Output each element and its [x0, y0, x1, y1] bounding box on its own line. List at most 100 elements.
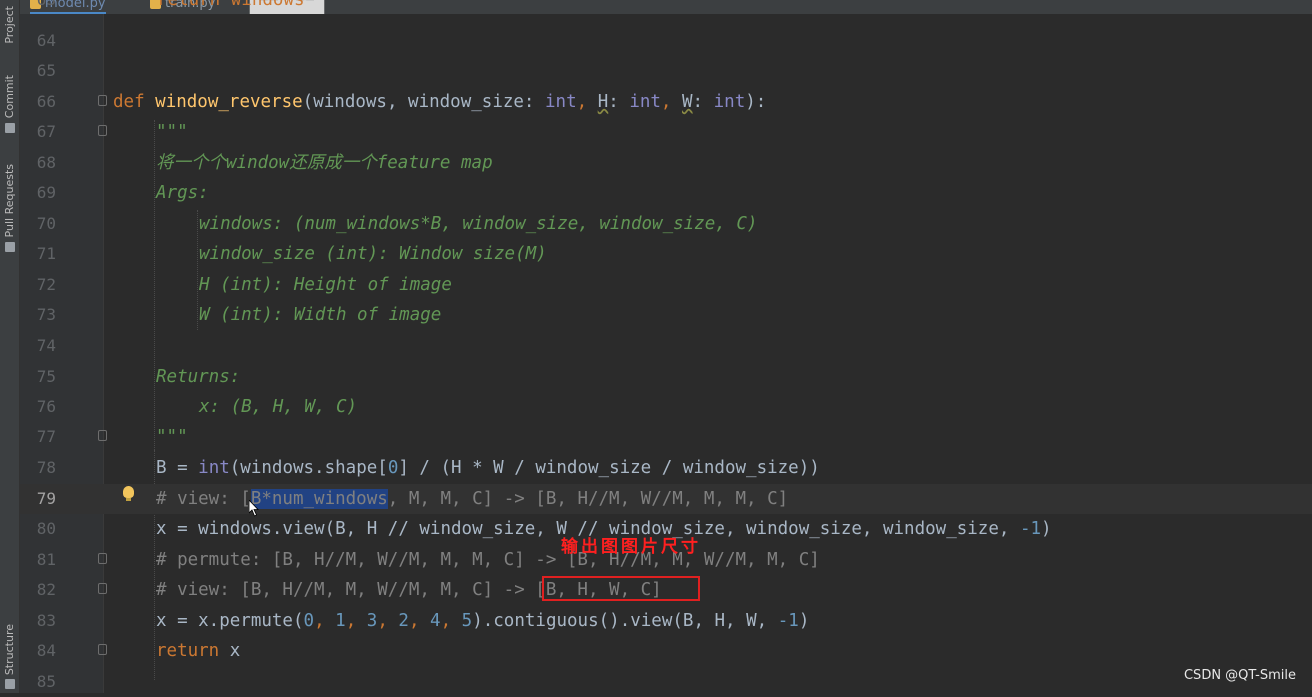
code-line-75[interactable]: 75 Returns:: [20, 362, 1312, 392]
param-w: W: [682, 92, 693, 112]
line-number: 71: [36, 244, 56, 263]
number-literal: 0: [303, 611, 315, 631]
code-token: x = x.permute(: [156, 611, 304, 631]
code-text: # permute: [B, H//M, W//M, M, M, C] -> […: [156, 550, 820, 570]
line-number: 68: [36, 153, 56, 172]
code-token: ): [1041, 519, 1052, 539]
line-number: 82: [36, 580, 56, 599]
code-text: window_size (int): Window size(M): [199, 244, 547, 264]
line-number: 83: [36, 611, 56, 630]
fold-marker-icon[interactable]: [98, 553, 107, 564]
code-line-70[interactable]: 70 windows: (num_windows*B, window_size,…: [20, 209, 1312, 239]
code-line-69[interactable]: 69 Args:: [20, 178, 1312, 208]
code-text: """: [156, 427, 188, 447]
number-literal: 1: [335, 611, 346, 631]
code-line-76[interactable]: 76 x: (B, H, W, C): [20, 392, 1312, 422]
code-token: window_size:: [408, 92, 545, 112]
code-line-66[interactable]: 66 def window_reverse(windows, window_si…: [20, 87, 1312, 117]
code-token: ,: [408, 611, 431, 631]
code-token: , M, M, C] -> [B, H//M, W//M, M, M, C]: [387, 489, 789, 509]
fold-marker-icon[interactable]: [98, 95, 107, 106]
code-token: ] / (H * W / window_size / window_size)): [398, 458, 820, 478]
type-hint: int: [713, 92, 746, 112]
fold-marker-icon[interactable]: [98, 583, 107, 594]
commit-icon: [4, 122, 15, 133]
commit-tab-label: Commit: [3, 75, 16, 119]
code-text: return windows: [157, 0, 305, 15]
code-line-74[interactable]: 74: [20, 331, 1312, 361]
code-line-63[interactable]: 63 return windows: [20, 0, 1312, 15]
code-text: W (int): Width of image: [199, 305, 442, 325]
fold-marker-icon[interactable]: [98, 430, 107, 441]
number-literal: 2: [398, 611, 409, 631]
line-number: 73: [36, 305, 56, 324]
annotation-highlight-box: [542, 576, 700, 601]
code-text: """: [156, 122, 188, 142]
param-h: H: [597, 92, 609, 112]
pull-requests-tab-label: Pull Requests: [3, 164, 16, 238]
code-text: return x: [156, 636, 240, 666]
code-token: ,: [576, 92, 598, 112]
line-number: 79: [36, 489, 56, 508]
line-number: 69: [36, 183, 56, 202]
code-text: def window_reverse(windows, window_size:…: [113, 87, 766, 117]
code-line-77[interactable]: 77 """: [20, 422, 1312, 452]
type-hint: int: [545, 92, 577, 112]
code-line-64[interactable]: 64: [20, 26, 1312, 56]
code-text: B = int(windows.shape[0] / (H * W / wind…: [156, 453, 820, 483]
line-number: 65: [36, 61, 56, 80]
code-line-79[interactable]: 79 # view: [B*num_windows, M, M, C] -> […: [20, 484, 1312, 514]
code-line-67[interactable]: 67 """: [20, 117, 1312, 147]
line-number: 75: [36, 367, 56, 386]
pull-request-icon: [4, 241, 15, 252]
commit-tool-tab[interactable]: Commit: [0, 68, 19, 140]
code-token: ,: [345, 611, 367, 631]
number-literal: 5: [461, 611, 473, 631]
line-number: 72: [36, 275, 56, 294]
code-text: x = x.permute(0, 1, 3, 2, 4, 5).contiguo…: [156, 606, 809, 636]
number-literal: 3: [366, 611, 378, 631]
line-number: 77: [36, 427, 56, 446]
code-line-71[interactable]: 71 window_size (int): Window size(M): [20, 239, 1312, 269]
number-literal: -1: [777, 611, 799, 631]
code-line-65[interactable]: 65: [20, 56, 1312, 86]
line-number: 64: [36, 31, 56, 50]
function-name: window_reverse: [155, 92, 303, 112]
code-token: :: [608, 92, 630, 112]
line-number: 70: [36, 214, 56, 233]
text-selection: B*num_windows: [250, 489, 388, 509]
number-literal: 0: [387, 458, 399, 478]
project-tab-label: Project: [3, 6, 16, 44]
code-token: # view: [: [156, 489, 251, 509]
code-token: (windows.shape[: [229, 458, 388, 478]
code-line-84[interactable]: 84 return x: [20, 636, 1312, 666]
number-literal: 4: [430, 611, 441, 631]
left-tool-window-bar: Project Commit Pull Requests Structure: [0, 0, 20, 693]
code-text: x: (B, H, W, C): [199, 397, 358, 417]
line-number: 78: [36, 458, 56, 477]
code-line-78[interactable]: 78 B = int(windows.shape[0] / (H * W / w…: [20, 453, 1312, 483]
code-token: :: [692, 92, 714, 112]
code-text: return windows: [157, 0, 305, 10]
code-token: ,: [377, 611, 399, 631]
annotation-text: 输出图图片尺寸: [561, 537, 701, 557]
code-line-83[interactable]: 83 x = x.permute(0, 1, 3, 2, 4, 5).conti…: [20, 606, 1312, 636]
code-text: Returns:: [156, 367, 241, 387]
line-number: 74: [36, 336, 56, 355]
code-line-72[interactable]: 72 H (int): Height of image: [20, 270, 1312, 300]
fold-marker-icon[interactable]: [98, 125, 107, 136]
code-line-73[interactable]: 73 W (int): Width of image: [20, 300, 1312, 330]
structure-tab-label: Structure: [3, 623, 16, 676]
code-token: x: [219, 641, 241, 661]
project-tool-tab[interactable]: Project: [0, 0, 19, 50]
pull-requests-tool-tab[interactable]: Pull Requests: [0, 158, 19, 258]
code-line-68[interactable]: 68 将一个个window还原成一个feature map: [20, 148, 1312, 178]
structure-tool-tab[interactable]: Structure: [0, 620, 19, 693]
fold-marker-icon[interactable]: [98, 644, 107, 655]
lightbulb-icon[interactable]: [123, 486, 134, 501]
type-hint: int: [629, 92, 661, 112]
code-token: ,: [440, 611, 462, 631]
line-number: 67: [36, 122, 56, 141]
line-number: 76: [36, 397, 56, 416]
code-token: ): [798, 611, 810, 631]
